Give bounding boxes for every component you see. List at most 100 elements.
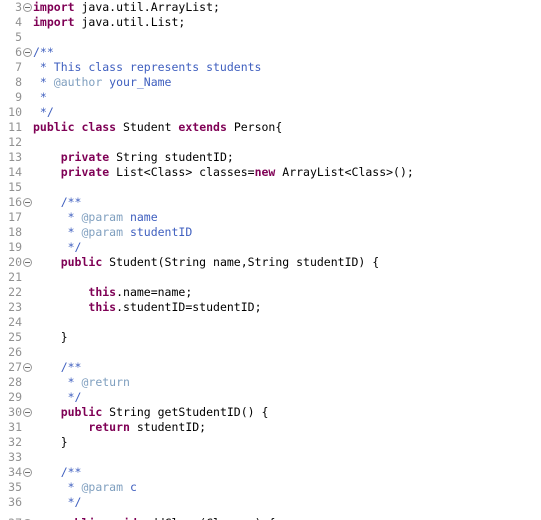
line-code: * xyxy=(33,90,47,105)
code-token: /** xyxy=(33,195,82,209)
editor-line[interactable]: 8 * @author your_Name xyxy=(0,75,541,90)
code-token: extends xyxy=(178,120,227,134)
editor-line[interactable]: 20 public Student(String name,String stu… xyxy=(0,255,541,270)
line-number: 26 xyxy=(8,345,22,359)
editor-line[interactable]: 31 return studentID; xyxy=(0,420,541,435)
collapse-circle-minus-icon[interactable] xyxy=(23,3,32,12)
editor-line[interactable]: 28 * @return xyxy=(0,375,541,390)
editor-line[interactable]: 17 * @param name xyxy=(0,210,541,225)
editor-line[interactable]: 9 * xyxy=(0,90,541,105)
line-number: 3 xyxy=(15,0,22,14)
code-token: */ xyxy=(33,390,82,404)
line-number: 29 xyxy=(8,390,22,404)
code-token: this xyxy=(88,285,117,299)
code-editor[interactable]: 3 import java.util.ArrayList; 4 import java… xyxy=(0,0,541,520)
line-code: */ xyxy=(33,495,82,510)
line-number: 31 xyxy=(8,420,22,434)
editor-line[interactable]: 12 xyxy=(0,135,541,150)
editor-line[interactable]: 35 * @param c xyxy=(0,480,541,495)
line-code: } xyxy=(33,435,68,450)
line-code: private String studentID; xyxy=(33,150,234,165)
line-number: 36 xyxy=(8,495,22,509)
code-token: } xyxy=(33,330,68,344)
line-number: 20 xyxy=(8,255,22,269)
editor-line[interactable]: 29 */ xyxy=(0,390,541,405)
editor-line[interactable]: 3 import java.util.ArrayList; xyxy=(0,0,541,15)
line-code: /** xyxy=(33,195,82,210)
editor-line[interactable]: 16 /** xyxy=(0,195,541,210)
editor-line[interactable]: 26 xyxy=(0,345,541,360)
line-number: 10 xyxy=(8,105,22,119)
editor-line[interactable]: 14 private List<Class> classes=new Array… xyxy=(0,165,541,180)
code-token: private xyxy=(60,165,110,179)
editor-line[interactable]: 27 /** xyxy=(0,360,541,375)
line-number: 33 xyxy=(8,450,22,464)
line-code: public class Student extends Person{ xyxy=(33,120,282,135)
code-token: } xyxy=(33,435,68,449)
line-number: 6 xyxy=(15,45,22,59)
editor-line[interactable]: 13 private String studentID; xyxy=(0,150,541,165)
editor-line[interactable]: 10 */ xyxy=(0,105,541,120)
code-token: c xyxy=(123,480,137,494)
editor-line[interactable]: 23 this.studentID=studentID; xyxy=(0,300,541,315)
code-token: * xyxy=(33,75,54,89)
editor-line[interactable]: 37 public void addClass(Class c) { xyxy=(0,516,541,520)
code-token: @param xyxy=(81,480,124,494)
editor-line[interactable]: 25 } xyxy=(0,330,541,345)
collapse-circle-minus-icon[interactable] xyxy=(23,48,32,57)
code-token: */ xyxy=(33,105,54,119)
editor-line[interactable]: 19 */ xyxy=(0,240,541,255)
line-number: 24 xyxy=(8,315,22,329)
code-token: public xyxy=(60,255,103,269)
code-token: /** xyxy=(33,360,82,374)
editor-line[interactable]: 11 public class Student extends Person{ xyxy=(0,120,541,135)
code-token: private xyxy=(60,150,110,164)
editor-line[interactable]: 22 this.name=name; xyxy=(0,285,541,300)
editor-line[interactable]: 36 */ xyxy=(0,495,541,510)
editor-line[interactable]: 34 /** xyxy=(0,465,541,480)
collapse-circle-minus-icon[interactable] xyxy=(23,363,32,372)
code-token: @param xyxy=(81,210,124,224)
line-number: 8 xyxy=(15,75,22,89)
editor-line[interactable]: 7 * This class represents students xyxy=(0,60,541,75)
code-token: java.util.ArrayList; xyxy=(74,0,220,14)
editor-line[interactable]: 15 xyxy=(0,180,541,195)
collapse-circle-minus-icon[interactable] xyxy=(23,198,32,207)
collapse-circle-minus-icon[interactable] xyxy=(23,468,32,477)
line-code: import java.util.ArrayList; xyxy=(33,0,220,15)
editor-line[interactable]: 33 xyxy=(0,450,541,465)
line-number: 5 xyxy=(15,30,22,44)
collapse-circle-minus-icon[interactable] xyxy=(23,408,32,417)
code-token: * xyxy=(33,480,82,494)
editor-clipped-last-line: 37 public void addClass(Class c) { xyxy=(0,516,541,520)
editor-line[interactable]: 6 /** xyxy=(0,45,541,60)
editor-line[interactable]: 32 } xyxy=(0,435,541,450)
line-code: /** xyxy=(33,465,82,480)
collapse-circle-minus-icon[interactable] xyxy=(23,258,32,267)
line-number: 9 xyxy=(15,90,22,104)
line-number: 14 xyxy=(8,165,22,179)
editor-line[interactable]: 18 * @param studentID xyxy=(0,225,541,240)
code-token: studentID; xyxy=(129,420,207,434)
code-token: /** xyxy=(33,465,82,479)
editor-line-container: 3 import java.util.ArrayList; 4 import java… xyxy=(0,0,541,510)
code-token: * xyxy=(33,225,82,239)
code-token: public xyxy=(61,516,103,520)
code-token: Person{ xyxy=(226,120,283,134)
code-token: java.util.List; xyxy=(74,15,186,29)
editor-line[interactable]: 30 public String getStudentID() { xyxy=(0,405,541,420)
code-token: your_Name xyxy=(102,75,172,89)
code-token: import xyxy=(33,15,75,29)
editor-line[interactable]: 5 xyxy=(0,30,541,45)
editor-line[interactable]: 21 xyxy=(0,270,541,285)
line-code: * @author your_Name xyxy=(33,75,172,90)
line-number: 4 xyxy=(15,15,22,29)
line-number: 22 xyxy=(8,285,22,299)
line-number: 34 xyxy=(8,465,22,479)
editor-line[interactable]: 4 import java.util.List; xyxy=(0,15,541,30)
editor-line[interactable]: 24 xyxy=(0,315,541,330)
